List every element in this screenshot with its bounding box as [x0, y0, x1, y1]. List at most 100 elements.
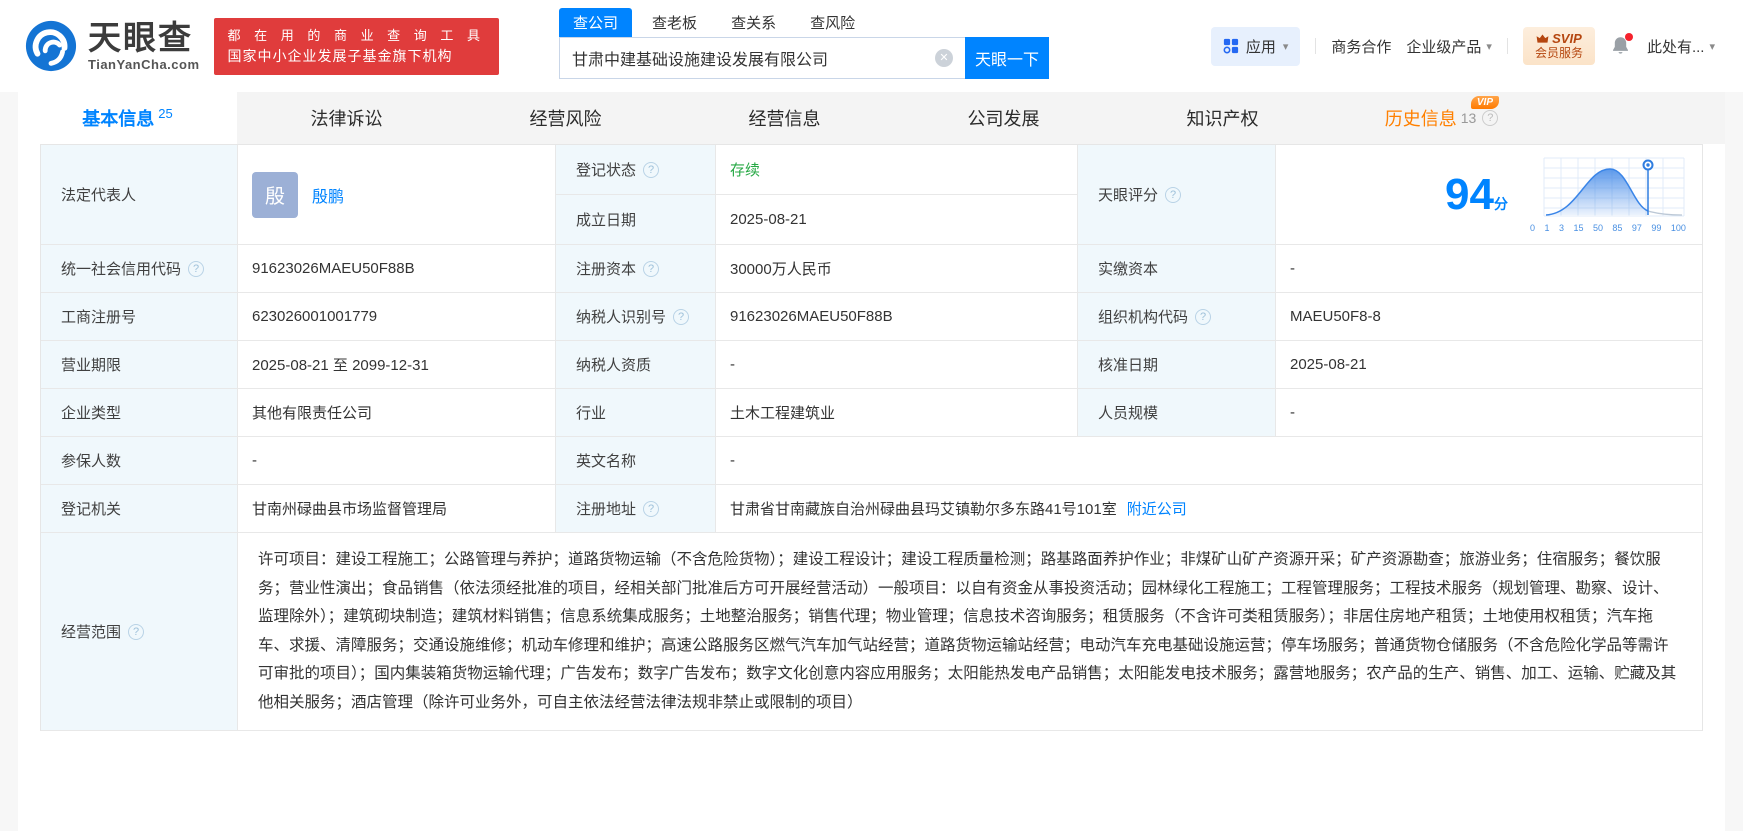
search-input[interactable] — [560, 49, 935, 67]
help-icon[interactable]: ? — [673, 309, 689, 325]
company-type-cell: 其他有限责任公司 — [238, 389, 556, 437]
legal-rep-cell: 殷 殷鹏 — [238, 145, 556, 245]
field-label: 注册地址 ? — [556, 485, 716, 533]
nav-more[interactable]: 此处有... ▾ — [1647, 36, 1715, 57]
chevron-down-icon: ▾ — [1709, 40, 1715, 53]
tab-legal-litigation[interactable]: 法律诉讼 — [237, 92, 456, 144]
credit-code-cell: 91623026MAEU50F88B — [238, 245, 556, 293]
paid-capital-cell: - — [1276, 245, 1702, 293]
reg-status-cell: 存续 — [716, 145, 1078, 195]
field-label: 天眼评分 ? — [1078, 145, 1276, 245]
industry-cell: 土木工程建筑业 — [716, 389, 1078, 437]
search-tab-company[interactable]: 查公司 — [559, 8, 632, 37]
help-icon[interactable]: ? — [128, 624, 144, 640]
vip-badge: VIP — [1471, 96, 1499, 109]
table-row: 法定代表人 殷 殷鹏 登记状态 ? 存续 成立日期 2025-08-21 天眼评… — [41, 145, 1702, 245]
section-tabs: 基本信息 25 法律诉讼 经营风险 经营信息 公司发展 知识产权 VIP 历史信… — [18, 92, 1725, 144]
logo-brand: 天眼查 — [88, 21, 200, 55]
tab-company-development[interactable]: 公司发展 — [894, 92, 1113, 144]
search-tab-boss[interactable]: 查老板 — [638, 8, 711, 37]
legal-rep-link[interactable]: 殷鹏 — [312, 183, 344, 207]
field-label: 企业类型 — [41, 389, 238, 437]
reg-number-cell: 623026001001779 — [238, 293, 556, 341]
apps-label: 应用 — [1246, 36, 1276, 57]
header-nav: 应用 ▾ 商务合作 企业级产品 ▾ SVIP 会员服务 — [1211, 27, 1715, 66]
tab-label: 经营信息 — [749, 105, 821, 131]
tab-label: 法律诉讼 — [311, 105, 383, 131]
tianyancha-logo[interactable]: 天眼查 TianYanCha.com — [24, 19, 200, 73]
app-grid-icon — [1223, 38, 1239, 54]
staff-size-cell: - — [1276, 389, 1702, 437]
basic-info-table: 法定代表人 殷 殷鹏 登记状态 ? 存续 成立日期 2025-08-21 天眼评… — [40, 144, 1703, 731]
help-icon[interactable]: ? — [1165, 187, 1181, 203]
tab-operation-info[interactable]: 经营信息 — [675, 92, 894, 144]
notification-dot-icon — [1625, 33, 1633, 41]
notification-bell[interactable] — [1610, 35, 1632, 57]
score-axis-ticks: 0131550859799100 — [1530, 223, 1686, 233]
company-card: 基本信息 25 法律诉讼 经营风险 经营信息 公司发展 知识产权 VIP 历史信… — [18, 92, 1725, 831]
tianyancha-logo-icon — [24, 19, 78, 73]
help-icon[interactable]: ? — [1482, 110, 1498, 126]
search-clear-icon[interactable]: ✕ — [935, 49, 953, 67]
table-row: 经营范围 ? 许可项目：建设工程施工；公路管理与养护；道路货物运输（不含危险货物… — [41, 533, 1702, 731]
help-icon[interactable]: ? — [643, 501, 659, 517]
field-label: 法定代表人 — [41, 145, 238, 245]
tab-label: 历史信息 — [1385, 105, 1457, 131]
field-label: 登记状态 ? — [556, 145, 716, 195]
chevron-down-icon: ▾ — [1283, 40, 1289, 53]
table-row: 统一社会信用代码 ? 91623026MAEU50F88B 注册资本 ? 300… — [41, 245, 1702, 293]
table-row: 登记机关 甘南州碌曲县市场监督管理局 注册地址 ? 甘肃省甘南藏族自治州碌曲县玛… — [41, 485, 1702, 533]
nav-cooperation[interactable]: 商务合作 — [1331, 36, 1391, 57]
field-label: 登记机关 — [41, 485, 238, 533]
tab-label: 知识产权 — [1187, 105, 1259, 131]
field-label: 纳税人识别号 ? — [556, 293, 716, 341]
score-unit: 分 — [1494, 196, 1508, 212]
table-row: 参保人数 - 英文名称 - — [41, 437, 1702, 485]
status-badge: 存续 — [730, 159, 760, 180]
establish-date-cell: 2025-08-21 — [716, 195, 1078, 245]
nav-cooperation-label: 商务合作 — [1331, 36, 1391, 57]
avatar[interactable]: 殷 — [252, 172, 298, 218]
score-cell: 94分 — [1276, 145, 1702, 245]
insured-count-cell: - — [238, 437, 556, 485]
slogan-banner: 都 在 用 的 商 业 查 询 工 具 国家中小企业发展子基金旗下机构 — [214, 18, 500, 75]
tab-basic-info[interactable]: 基本信息 25 — [18, 92, 237, 144]
reg-address-cell: 甘肃省甘南藏族自治州碌曲县玛艾镇勒尔多东路41号101室 附近公司 — [716, 485, 1702, 533]
reg-capital-cell: 30000万人民币 — [716, 245, 1078, 293]
svip-badge[interactable]: SVIP 会员服务 — [1523, 27, 1595, 65]
chevron-down-icon: ▾ — [1486, 40, 1492, 53]
tab-label: 基本信息 — [82, 105, 154, 131]
divider — [1507, 38, 1508, 54]
table-row: 企业类型 其他有限责任公司 行业 土木工程建筑业 人员规模 - — [41, 389, 1702, 437]
help-icon[interactable]: ? — [643, 162, 659, 178]
business-term-cell: 2025-08-21 至 2099-12-31 — [238, 341, 556, 389]
search-tab-risk[interactable]: 查风险 — [796, 8, 869, 37]
search-tab-relation[interactable]: 查关系 — [717, 8, 790, 37]
nav-enterprise[interactable]: 企业级产品 ▾ — [1406, 36, 1492, 57]
tab-intellectual-property[interactable]: 知识产权 — [1113, 92, 1332, 144]
score-value: 94 — [1445, 170, 1494, 219]
search-button[interactable]: 天眼一下 — [965, 37, 1049, 79]
divider — [1315, 38, 1316, 54]
nearby-companies-link[interactable]: 附近公司 — [1127, 498, 1187, 519]
field-label: 工商注册号 — [41, 293, 238, 341]
tab-count: 25 — [158, 106, 172, 121]
crown-icon — [1536, 34, 1549, 44]
field-label: 纳税人资质 — [556, 341, 716, 389]
field-label: 组织机构代码 ? — [1078, 293, 1276, 341]
nav-enterprise-label: 企业级产品 — [1406, 36, 1481, 57]
english-name-cell: - — [716, 437, 1702, 485]
field-label: 经营范围 ? — [41, 533, 238, 731]
score-distribution-chart: 0131550859799100 — [1530, 156, 1686, 233]
approval-date-cell: 2025-08-21 — [1276, 341, 1702, 389]
help-icon[interactable]: ? — [1195, 309, 1211, 325]
tab-history-info[interactable]: VIP 历史信息 13 ? — [1332, 92, 1551, 144]
tab-operation-risk[interactable]: 经营风险 — [456, 92, 675, 144]
field-label: 核准日期 — [1078, 341, 1276, 389]
svip-label: SVIP — [1552, 31, 1582, 46]
field-label: 人员规模 — [1078, 389, 1276, 437]
apps-button[interactable]: 应用 ▾ — [1211, 27, 1301, 66]
tab-count: 13 — [1461, 110, 1477, 126]
help-icon[interactable]: ? — [643, 261, 659, 277]
help-icon[interactable]: ? — [188, 261, 204, 277]
